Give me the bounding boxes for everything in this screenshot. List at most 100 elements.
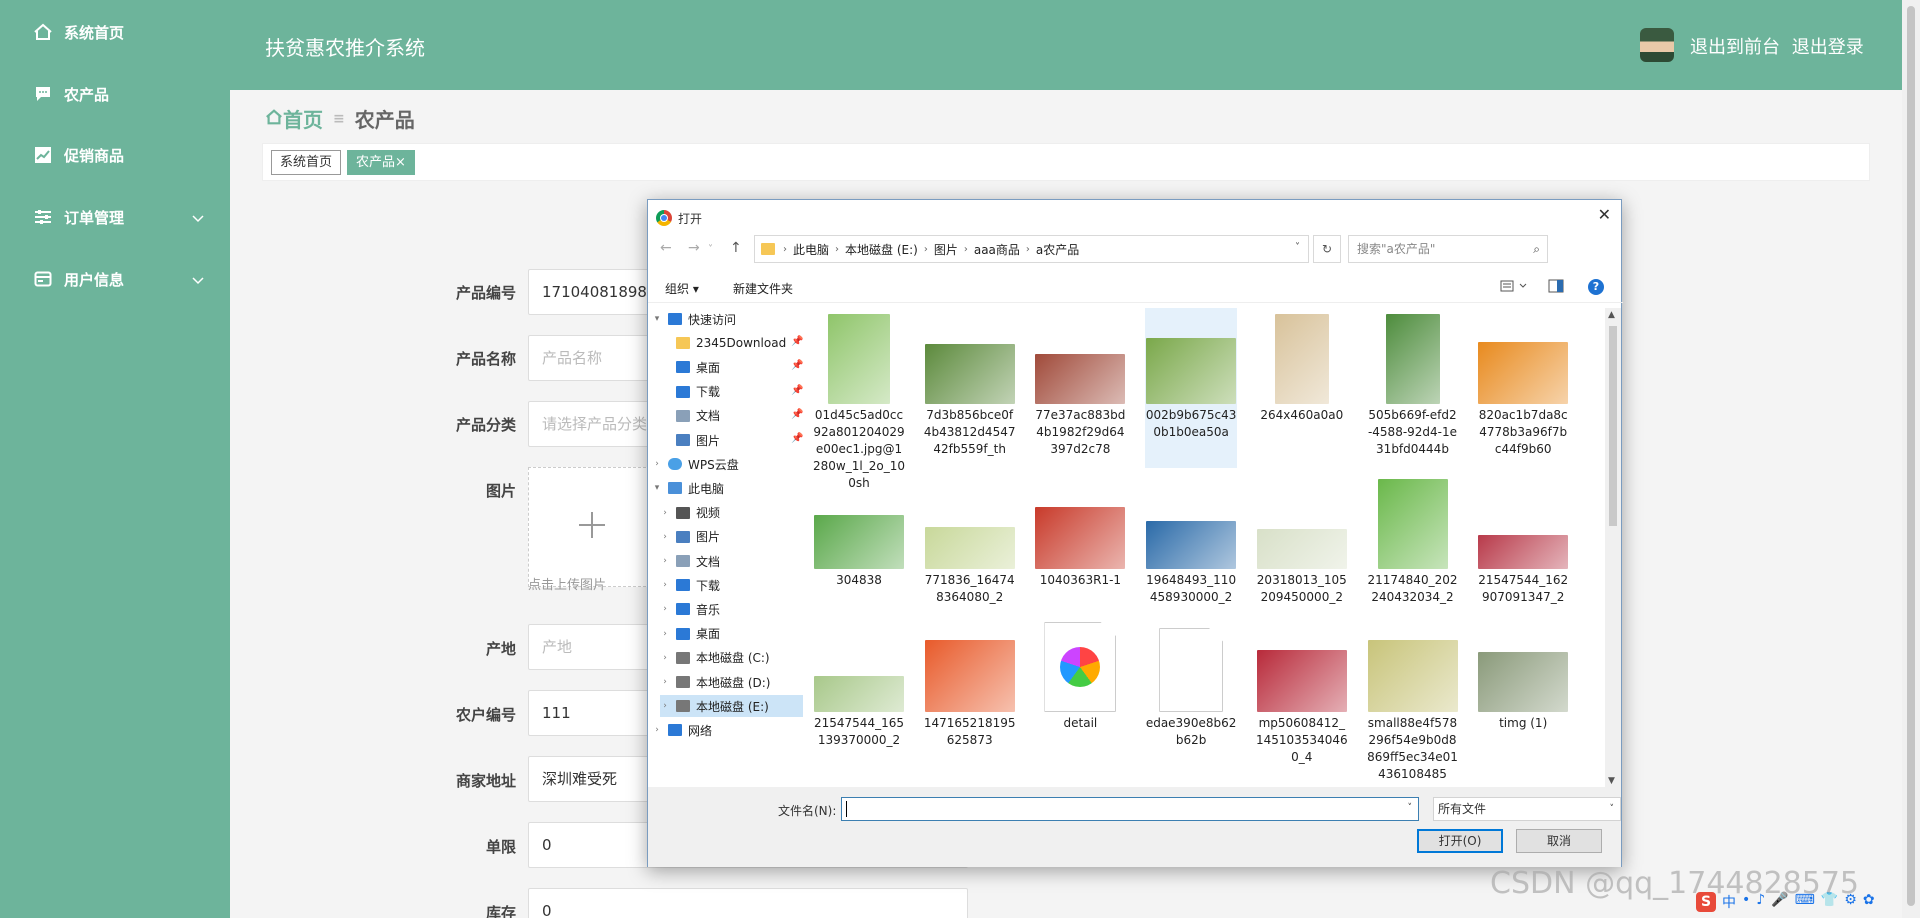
tree-item[interactable]: › 本地磁盘 (D:) [660, 671, 803, 693]
tree-item[interactable]: › 桌面 [660, 623, 803, 645]
expand-icon[interactable]: › [660, 532, 670, 542]
preview-pane-icon[interactable] [1548, 279, 1564, 296]
tray-item[interactable]: • [1742, 892, 1750, 912]
file-item[interactable]: 147165218195625873 [924, 616, 1016, 786]
breadcrumb-home[interactable]: 首页 [283, 104, 323, 133]
tree-item[interactable]: › 文档 [660, 550, 803, 572]
expand-icon[interactable]: ▾ [652, 314, 662, 324]
tree-item[interactable]: › 本地磁盘 (E:) [660, 695, 803, 718]
tree-item[interactable]: 文档 📌 [660, 405, 803, 427]
file-item[interactable]: 002b9b675c430b1b0ea50a [1145, 308, 1238, 468]
organize-button[interactable]: 组织 ▾ [665, 280, 699, 297]
tree-item[interactable]: › 本地磁盘 (C:) [660, 647, 803, 669]
close-icon[interactable]: ✕ [1598, 205, 1611, 224]
file-item[interactable]: 820ac1b7da8c4778b3a96f7bc44f9b60 [1477, 308, 1569, 468]
file-item[interactable]: 77e37ac883bd4b1982f29d64397d2c78 [1034, 308, 1126, 468]
refresh-icon[interactable]: ↻ [1313, 235, 1341, 263]
cancel-button[interactable]: 取消 [1516, 829, 1602, 853]
expand-icon[interactable]: › [660, 604, 670, 614]
tree-item[interactable]: 图片 📌 [660, 429, 803, 451]
file-item[interactable]: detail [1034, 616, 1126, 786]
file-item[interactable]: 21547544_165139370000_2 [813, 616, 905, 786]
up-icon[interactable]: ↑ [730, 240, 742, 256]
file-item[interactable]: 20318013_105209450000_2 [1256, 473, 1348, 633]
tag-products[interactable]: 农产品× [347, 150, 415, 175]
expand-icon[interactable]: › [660, 677, 670, 687]
expand-icon[interactable]: ▾ [652, 483, 662, 493]
tray-item[interactable]: ♪ [1756, 892, 1765, 912]
chevron-down-icon[interactable]: ˅ [1408, 803, 1413, 813]
path-crumb[interactable]: 本地磁盘 (E:) [845, 241, 918, 258]
file-item[interactable]: edae390e8b62b62b [1145, 616, 1237, 786]
expand-icon[interactable]: › [652, 459, 662, 469]
sidebar-item-promotions[interactable]: 促销商品 [0, 133, 230, 177]
open-button[interactable]: 打开(O) [1417, 829, 1503, 853]
expand-icon[interactable]: › [652, 725, 662, 735]
close-icon[interactable]: × [395, 155, 406, 170]
forward-icon[interactable]: → [688, 240, 700, 256]
expand-icon[interactable]: › [660, 556, 670, 566]
tree-item[interactable]: › 视频 [660, 502, 803, 524]
avatar[interactable] [1640, 28, 1674, 62]
tree-item[interactable]: › 音乐 [660, 598, 803, 620]
sidebar-item-users[interactable]: 用户信息 [0, 257, 230, 301]
tray-item[interactable]: 🎤 [1771, 892, 1788, 912]
sidebar-item-products[interactable]: 农产品 [0, 72, 230, 116]
expand-icon[interactable]: › [660, 508, 670, 518]
file-item[interactable]: 304838 [813, 473, 905, 633]
file-item[interactable]: 21174840_202240432034_2 [1367, 473, 1459, 633]
tray-item[interactable]: ⌨ [1795, 892, 1815, 912]
tree-item[interactable]: › 下载 [660, 574, 803, 596]
tree-item[interactable]: ▾ 快速访问 [652, 308, 803, 330]
file-item[interactable]: mp50608412_1451035340460_4 [1256, 616, 1348, 786]
tree-item[interactable]: 桌面 📌 [660, 356, 803, 378]
tray-item[interactable]: 中 [1722, 892, 1736, 912]
address-bar[interactable]: › 此电脑 › 本地磁盘 (E:) › 图片 › aaa商品 › a农产品 ˅ [754, 235, 1309, 263]
file-item[interactable]: 505b669f-efd2-4588-92d4-1e31bfd0444b [1367, 308, 1459, 468]
tree-item[interactable]: › 图片 [660, 526, 803, 548]
tray-item[interactable]: 👕 [1821, 892, 1838, 912]
exit-to-front-link[interactable]: 退出到前台 [1690, 37, 1780, 58]
file-item[interactable]: small88e4f578296f54e9b0d8869ff5ec34e0143… [1367, 616, 1459, 786]
expand-icon[interactable]: › [660, 580, 670, 590]
file-item[interactable]: 01d45c5ad0cc92a801204029e00ec1.jpg@1280w… [813, 308, 905, 490]
path-crumb[interactable]: a农产品 [1036, 241, 1079, 258]
file-item[interactable]: 21547544_162907091347_2 [1477, 473, 1569, 633]
chevron-down-icon[interactable]: ˅ [708, 244, 713, 255]
sidebar-item-orders[interactable]: 订单管理 [0, 195, 230, 239]
search-input[interactable]: 搜索"a农产品" ⌕ [1348, 235, 1548, 263]
file-item[interactable]: 1040363R1-1 [1034, 473, 1126, 633]
filetype-select[interactable]: 所有文件 ˅ [1433, 797, 1621, 821]
tray-item[interactable]: ⚙ [1844, 892, 1857, 912]
view-icon[interactable] [1500, 279, 1528, 296]
tag-home[interactable]: 系统首页 [271, 150, 342, 175]
filename-input[interactable]: ˅ [841, 797, 1419, 821]
chevron-down-icon[interactable]: ˅ [1295, 242, 1300, 253]
file-scrollbar[interactable]: ▲ ▼ [1605, 308, 1621, 788]
logout-link[interactable]: 退出登录 [1792, 37, 1864, 58]
path-crumb[interactable]: 图片 [934, 241, 958, 258]
file-item[interactable]: 19648493_110458930000_2 [1145, 473, 1237, 633]
expand-icon[interactable]: › [660, 701, 670, 711]
expand-icon[interactable]: › [660, 629, 670, 639]
tray-item[interactable]: ✿ [1863, 892, 1875, 912]
stock-input[interactable]: 0 [528, 888, 968, 918]
file-item[interactable]: 7d3b856bce0f4b43812d454742fb559f_th [924, 308, 1016, 468]
tree-item[interactable]: 2345Download 📌 [660, 332, 803, 354]
sogou-ime-icon[interactable]: S [1696, 892, 1716, 912]
tree-item[interactable]: › WPS云盘 [652, 453, 803, 475]
expand-icon[interactable]: › [660, 653, 670, 663]
tree-item[interactable]: ▾ 此电脑 [652, 477, 803, 499]
file-item[interactable]: 771836_164748364080_2 [924, 473, 1016, 633]
file-item[interactable]: timg (1) [1477, 616, 1569, 786]
back-icon[interactable]: ← [660, 240, 672, 256]
sidebar-item-home[interactable]: 系统首页 [0, 10, 230, 54]
tree-item[interactable]: › 网络 [652, 719, 803, 741]
page-scrollbar[interactable] [1902, 0, 1920, 918]
new-folder-button[interactable]: 新建文件夹 [733, 280, 793, 297]
path-crumb[interactable]: 此电脑 [793, 241, 829, 258]
tree-item[interactable]: 下载 📌 [660, 381, 803, 403]
image-upload[interactable] [528, 467, 656, 587]
help-icon[interactable]: ? [1588, 279, 1604, 295]
file-item[interactable]: 264x460a0a0 [1256, 308, 1348, 468]
